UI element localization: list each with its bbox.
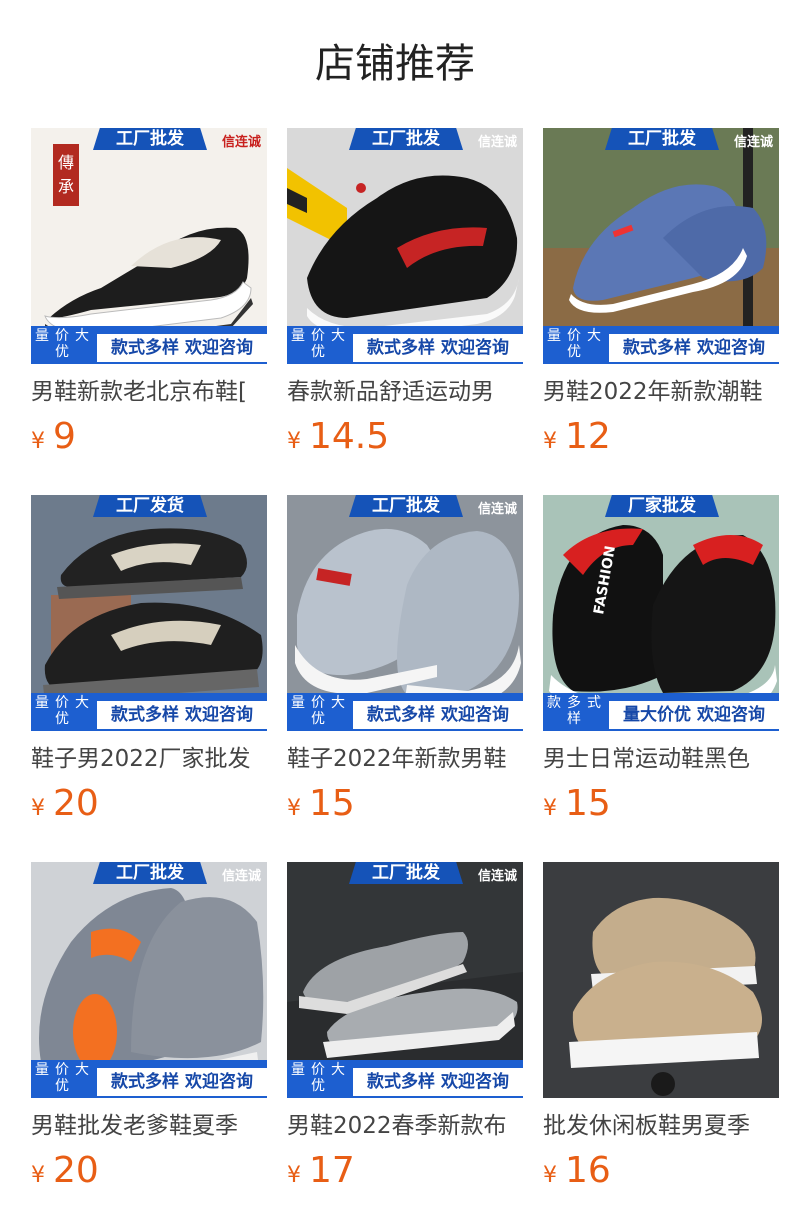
price-value: 12	[565, 416, 611, 457]
product-price: ¥9	[31, 414, 76, 460]
promo-bar-left: 量价大优	[547, 328, 607, 360]
product-name[interactable]: 男鞋新款老北京布鞋[	[31, 374, 267, 410]
product-price: ¥17	[287, 1148, 355, 1194]
promo-bar: 量价大优 款式多样 欢迎咨询	[543, 326, 779, 364]
product-image[interactable]: 工厂发货 量价大优 款式多样 欢迎咨询	[31, 495, 267, 731]
product-price: ¥15	[543, 781, 611, 827]
product-name[interactable]: 鞋子2022年新款男鞋	[287, 741, 523, 777]
promo-bar-left: 量价大优	[35, 695, 95, 727]
product-image[interactable]: 工厂批发 信连诚 量价大优 款式多样 欢迎咨询	[287, 128, 523, 364]
promo-bar-right: 款式多样 欢迎咨询	[353, 1068, 523, 1096]
product-price: ¥14.5	[287, 414, 389, 460]
currency-symbol: ¥	[287, 1163, 301, 1188]
price-value: 15	[565, 783, 611, 824]
product-image[interactable]: FASHION 厂家批发 款多式样 量大价优 欢迎咨询	[543, 495, 779, 731]
product-name[interactable]: 男士日常运动鞋黑色	[543, 741, 779, 777]
product-image[interactable]: 工厂批发 信连诚 量价大优 款式多样 欢迎咨询	[31, 862, 267, 1098]
promo-bar-right: 款式多样 欢迎咨询	[353, 701, 523, 729]
page-title: 店铺推荐	[315, 41, 475, 87]
brand-badge: 信连诚	[221, 869, 261, 884]
promo-bar: 款多式样 量大价优 欢迎咨询	[543, 693, 779, 731]
currency-symbol: ¥	[31, 796, 45, 821]
currency-symbol: ¥	[31, 429, 45, 454]
manufacturer-wholesale-badge: 厂家批发	[605, 495, 719, 517]
price-value: 17	[309, 1150, 355, 1191]
currency-symbol: ¥	[31, 1163, 45, 1188]
promo-bar: 量价大优 款式多样 欢迎咨询	[31, 326, 267, 364]
product-price: ¥20	[31, 1148, 99, 1194]
product-image[interactable]: 工厂批发 信连诚 量价大优 款式多样 欢迎咨询	[543, 128, 779, 364]
product-name[interactable]: 男鞋2022年新款潮鞋	[543, 374, 779, 410]
currency-symbol: ¥	[543, 796, 557, 821]
factory-wholesale-badge: 工厂批发	[349, 862, 463, 884]
factory-wholesale-badge: 工厂批发	[605, 128, 719, 150]
svg-text:傳: 傳	[58, 153, 74, 172]
promo-bar-right: 款式多样 欢迎咨询	[97, 1068, 267, 1096]
factory-wholesale-badge: 工厂批发	[93, 128, 207, 150]
price-value: 14.5	[309, 416, 390, 457]
currency-symbol: ¥	[543, 429, 557, 454]
promo-bar-left: 量价大优	[291, 1062, 351, 1094]
promo-bar-left: 量价大优	[35, 1062, 95, 1094]
product-name[interactable]: 批发休闲板鞋男夏季	[543, 1108, 779, 1144]
factory-wholesale-badge: 工厂批发	[93, 862, 207, 884]
brand-badge: 信连诚	[733, 135, 773, 150]
promo-bar: 量价大优 款式多样 欢迎咨询	[287, 1060, 523, 1098]
promo-bar: 量价大优 款式多样 欢迎咨询	[31, 693, 267, 731]
promo-bar-left: 量价大优	[291, 695, 351, 727]
price-value: 16	[565, 1150, 611, 1191]
product-image[interactable]: 工厂批发 信连诚 量价大优 款式多样 欢迎咨询	[287, 862, 523, 1098]
brand-badge: 信连诚	[221, 135, 261, 150]
product-price: ¥12	[543, 414, 611, 460]
promo-bar-left: 款多式样	[547, 695, 607, 727]
promo-bar-left: 量价大优	[291, 328, 351, 360]
product-price: ¥20	[31, 781, 99, 827]
factory-wholesale-badge: 工厂批发	[349, 128, 463, 150]
promo-bar-left: 量价大优	[35, 328, 95, 360]
promo-bar: 量价大优 款式多样 欢迎咨询	[287, 693, 523, 731]
brand-badge: 信连诚	[477, 869, 517, 884]
product-price: ¥16	[543, 1148, 611, 1194]
product-price: ¥15	[287, 781, 355, 827]
currency-symbol: ¥	[543, 1163, 557, 1188]
price-value: 20	[53, 1150, 99, 1191]
promo-bar-right: 款式多样 欢迎咨询	[353, 334, 523, 362]
brand-badge: 信连诚	[477, 135, 517, 150]
currency-symbol: ¥	[287, 796, 301, 821]
promo-bar: 量价大优 款式多样 欢迎咨询	[287, 326, 523, 364]
promo-bar: 量价大优 款式多样 欢迎咨询	[31, 1060, 267, 1098]
promo-bar-right: 款式多样 欢迎咨询	[609, 334, 779, 362]
currency-symbol: ¥	[287, 429, 301, 454]
promo-bar-right: 款式多样 欢迎咨询	[97, 701, 267, 729]
price-value: 20	[53, 783, 99, 824]
price-value: 9	[53, 416, 76, 457]
promo-bar-right: 量大价优 欢迎咨询	[609, 701, 779, 729]
product-image[interactable]: 傳 承 工厂批发 信连诚 量价大优 款式多样 欢迎咨询	[31, 128, 267, 364]
product-name[interactable]: 男鞋批发老爹鞋夏季	[31, 1108, 267, 1144]
product-image[interactable]: 工厂批发 信连诚 量价大优 款式多样 欢迎咨询	[287, 495, 523, 731]
factory-wholesale-badge: 工厂批发	[349, 495, 463, 517]
factory-shipping-badge: 工厂发货	[93, 495, 207, 517]
price-value: 15	[309, 783, 355, 824]
product-image[interactable]	[543, 862, 779, 1098]
product-name[interactable]: 男鞋2022春季新款布	[287, 1108, 523, 1144]
svg-text:承: 承	[58, 177, 74, 196]
promo-bar-right: 款式多样 欢迎咨询	[97, 334, 267, 362]
brand-badge: 信连诚	[477, 502, 517, 517]
product-name[interactable]: 春款新品舒适运动男	[287, 374, 523, 410]
product-name[interactable]: 鞋子男2022厂家批发	[31, 741, 267, 777]
